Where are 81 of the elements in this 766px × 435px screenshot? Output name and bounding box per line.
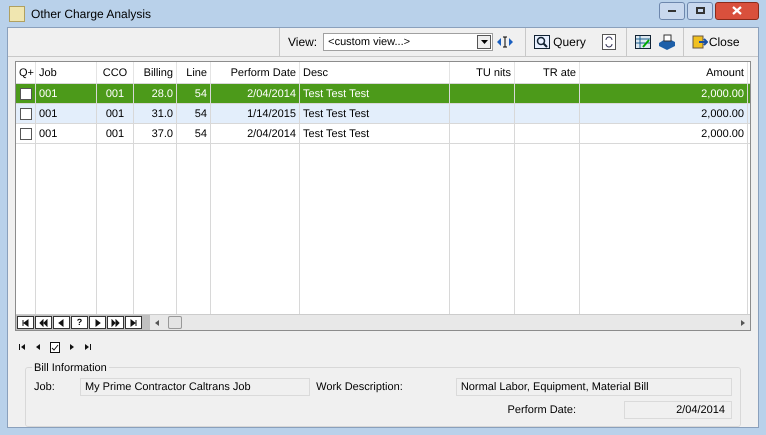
perform-date-field: 2/04/2014 (624, 401, 732, 419)
column-header[interactable]: TU nits (450, 62, 515, 83)
close-toolbar-button[interactable]: Close (692, 33, 740, 51)
scroll-right-icon (740, 318, 746, 326)
table-cell: 001 (39, 88, 58, 100)
app-icon (9, 6, 25, 22)
minimize-button[interactable] (659, 2, 685, 20)
scroll-left-icon (154, 318, 160, 326)
column-header[interactable]: Amount (580, 62, 748, 83)
table-row[interactable]: 001 001 31.0 54 1/14/2015 Test Test Test 2,000.00 (16, 104, 750, 124)
column-header[interactable]: Line (177, 62, 211, 83)
column-header[interactable]: Desc (300, 62, 450, 83)
table-cell: 001 (106, 88, 124, 100)
table-cell: 2/04/2014 (247, 128, 296, 140)
grid-nav-button[interactable] (53, 316, 70, 329)
table-cell: 2,000.00 (701, 128, 744, 140)
view-dropdown[interactable]: <custom view...> (323, 33, 494, 51)
table-cell: Test Test Test (303, 108, 370, 120)
grid-nav-button[interactable] (89, 316, 106, 329)
table-cell: Test Test Test (303, 128, 370, 140)
document-check-icon (50, 342, 60, 352)
table-cell: 1/14/2015 (247, 108, 296, 120)
row-checkbox[interactable] (20, 128, 32, 140)
perform-date-label: Perform Date: (508, 402, 576, 418)
work-description-field: Normal Labor, Equipment, Material Bill (456, 378, 732, 396)
table-cell: Test Test Test (303, 88, 370, 100)
column-header[interactable]: CCO (97, 62, 134, 83)
arrow-left-icon (57, 318, 66, 326)
grid-nav-button[interactable] (17, 316, 34, 329)
table-cell: 54 (194, 108, 207, 120)
table-cell: 31.0 (152, 108, 173, 120)
arrow-right-icon (93, 318, 102, 326)
column-header[interactable]: Job (36, 62, 97, 83)
row-checkbox[interactable] (20, 108, 32, 120)
table-cell: 001 (39, 108, 58, 120)
table-cell: 2/04/2014 (247, 88, 296, 100)
column-header[interactable]: Perform Date (211, 62, 300, 83)
search-icon (534, 35, 550, 49)
table-cell: 001 (106, 128, 124, 140)
job-label: Job: (34, 380, 56, 395)
close-button[interactable] (715, 2, 759, 20)
view-label: View: (288, 34, 318, 51)
column-resize-icon[interactable] (497, 36, 514, 48)
query-button[interactable]: Query (534, 33, 586, 51)
table-cell: 001 (39, 128, 58, 140)
grid-settings-icon[interactable] (634, 35, 651, 49)
column-header[interactable]: Billing (134, 62, 177, 83)
close-icon (732, 6, 742, 15)
exit-icon (692, 35, 708, 49)
table-cell: 54 (194, 88, 207, 100)
arrow-left-icon (39, 318, 48, 326)
table-cell: 54 (194, 128, 207, 140)
first-record-icon (18, 343, 26, 351)
arrow-left-icon (21, 318, 30, 326)
table-cell: 37.0 (152, 128, 173, 140)
table-cell: 28.0 (152, 88, 173, 100)
grid-nav-button[interactable] (107, 316, 124, 329)
scroll-thumb[interactable] (168, 316, 182, 329)
window-title: Other Charge Analysis (31, 6, 152, 22)
row-checkbox[interactable] (20, 88, 32, 100)
grid-help-button[interactable]: ? (71, 316, 88, 329)
dropdown-arrow-icon (480, 40, 488, 44)
next-record-icon (68, 343, 76, 351)
column-header[interactable]: Q+ (16, 62, 36, 83)
table-cell: 001 (106, 108, 124, 120)
arrow-right-icon (129, 318, 138, 326)
table-cell: 2,000.00 (701, 108, 744, 120)
arrow-right-icon (111, 318, 120, 326)
grid-nav-button[interactable] (35, 316, 52, 329)
work-description-label: Work Description: (316, 380, 404, 395)
previous-record-icon (34, 343, 42, 351)
printer-icon[interactable] (656, 34, 677, 50)
table-cell: 2,000.00 (701, 88, 744, 100)
maximize-button[interactable] (687, 2, 713, 20)
job-field: My Prime Contractor Caltrans Job (80, 378, 310, 396)
last-record-icon (84, 343, 92, 351)
table-row[interactable]: 001 001 37.0 54 2/04/2014 Test Test Test 2,000.00 (16, 124, 750, 144)
column-header[interactable]: TR ate (515, 62, 580, 83)
table-row[interactable]: 001 001 28.0 54 2/04/2014 Test Test Test 2,000.00 (16, 84, 750, 104)
refresh-icon[interactable] (602, 34, 616, 50)
grid-nav-button[interactable] (125, 316, 142, 329)
